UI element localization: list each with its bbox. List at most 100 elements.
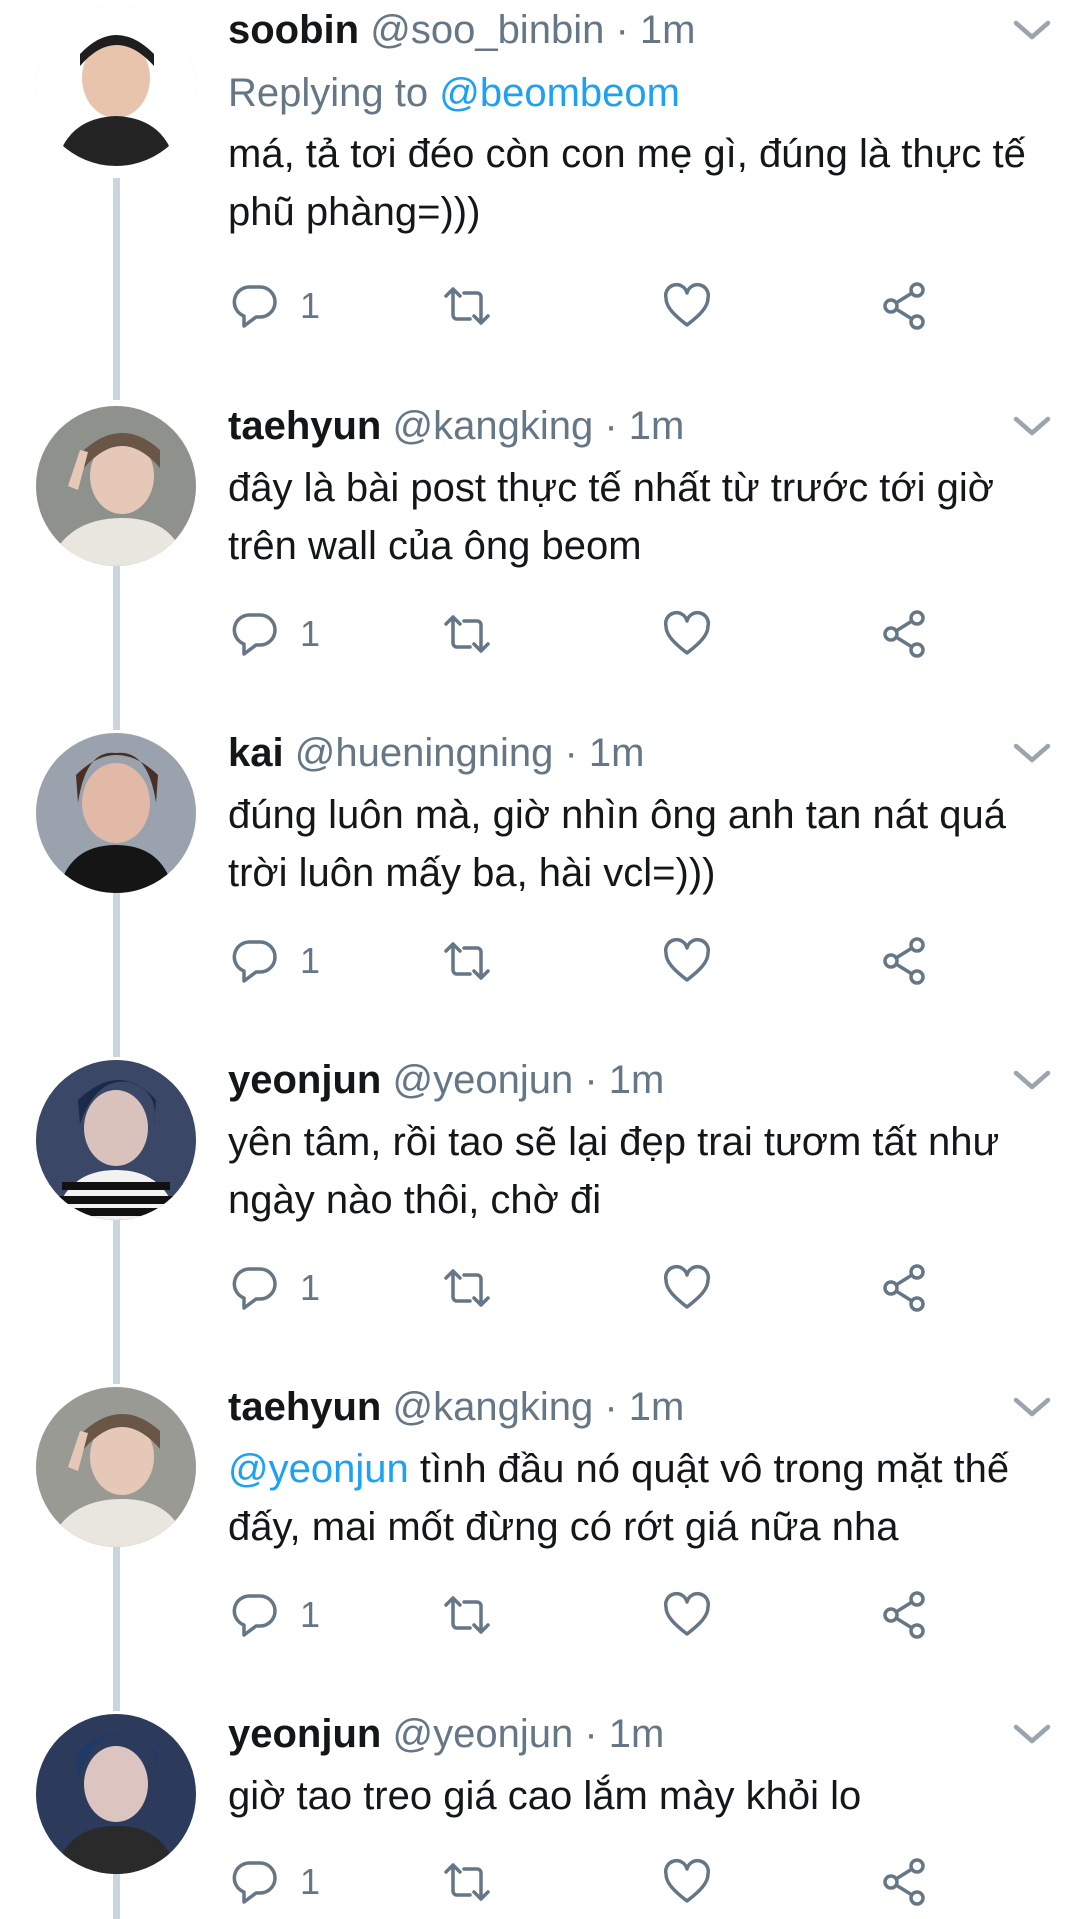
avatar[interactable]: [36, 1060, 196, 1220]
like-button[interactable]: [660, 1847, 714, 1917]
like-button[interactable]: [660, 271, 714, 341]
like-button[interactable]: [660, 1253, 714, 1323]
reply-button[interactable]: 1: [228, 1253, 320, 1323]
retweet-icon: [444, 1269, 490, 1307]
retweet-button[interactable]: [440, 1253, 494, 1323]
chevron-down-icon[interactable]: [1008, 410, 1056, 442]
tweet-text: đúng luôn mà, giờ nhìn ông anh tan nát q…: [228, 793, 1006, 895]
avatar[interactable]: [36, 6, 196, 166]
reply-button[interactable]: 1: [228, 926, 320, 996]
share-icon: [883, 1858, 925, 1906]
reply-count: 1: [300, 1594, 321, 1635]
like-button[interactable]: [660, 599, 714, 669]
user-handle[interactable]: @yeonjun: [392, 1058, 573, 1102]
user-handle[interactable]: @yeonjun: [392, 1712, 573, 1756]
chevron-down-icon[interactable]: [1008, 737, 1056, 769]
retweet-icon: [444, 1596, 490, 1634]
user-handle[interactable]: @kangking: [392, 404, 593, 448]
timestamp[interactable]: 1m: [629, 404, 685, 448]
chevron-down-icon[interactable]: [1008, 1391, 1056, 1423]
share-button[interactable]: [878, 1580, 932, 1650]
heart-icon: [663, 611, 711, 655]
tweet[interactable]: taehyun @kangking · 1m @yeonjun tình đầu…: [0, 1377, 1080, 1667]
tweet-header: yeonjun @yeonjun · 1m: [228, 1050, 664, 1110]
tweet[interactable]: yeonjun @yeonjun · 1m yên tâm, rồi tao s…: [0, 1050, 1080, 1340]
user-handle[interactable]: @soo_binbin: [370, 8, 604, 52]
timestamp[interactable]: 1m: [609, 1712, 665, 1756]
timestamp[interactable]: 1m: [629, 1385, 685, 1429]
display-name[interactable]: soobin: [228, 8, 359, 52]
tweet-actions: 1: [228, 1580, 1028, 1650]
replying-to-label: Replying to: [228, 71, 429, 115]
reply-icon: [232, 940, 277, 983]
share-button[interactable]: [878, 1253, 932, 1323]
display-name[interactable]: taehyun: [228, 404, 381, 448]
reply-button[interactable]: 1: [228, 599, 320, 669]
tweet-header: yeonjun @yeonjun · 1m: [228, 1704, 664, 1764]
tweet-header: taehyun @kangking · 1m: [228, 396, 684, 456]
like-button[interactable]: [660, 1580, 714, 1650]
tweet-header: taehyun @kangking · 1m: [228, 1377, 684, 1437]
timestamp[interactable]: 1m: [609, 1058, 665, 1102]
tweet[interactable]: yeonjun @yeonjun · 1m giờ tao treo giá c…: [0, 1704, 1080, 1919]
separator-dot: ·: [604, 404, 618, 448]
share-icon: [883, 1264, 925, 1312]
retweet-button[interactable]: [440, 599, 494, 669]
share-button[interactable]: [878, 1847, 932, 1917]
avatar-image: [36, 1714, 196, 1874]
retweet-button[interactable]: [440, 1580, 494, 1650]
reply-count: 1: [300, 285, 321, 326]
tweet-text: má, tả tơi đéo còn con mẹ gì, đúng là th…: [228, 132, 1026, 234]
like-button[interactable]: [660, 926, 714, 996]
chevron-down-icon[interactable]: [1008, 1718, 1056, 1750]
separator-dot: ·: [564, 731, 578, 775]
reply-icon: [232, 1267, 277, 1310]
reply-button[interactable]: 1: [228, 271, 320, 341]
display-name[interactable]: taehyun: [228, 1385, 381, 1429]
tweet[interactable]: taehyun @kangking · 1m đây là bài post t…: [0, 396, 1080, 686]
avatar[interactable]: [36, 406, 196, 566]
share-button[interactable]: [878, 599, 932, 669]
reply-count: 1: [300, 1861, 321, 1902]
chevron-down-icon[interactable]: [1008, 1064, 1056, 1096]
tweet-actions: 1: [228, 599, 1028, 669]
tweet-actions: 1: [228, 926, 1028, 996]
mention-link[interactable]: @beombeom: [439, 71, 680, 115]
avatar[interactable]: [36, 733, 196, 893]
tweet[interactable]: soobin @soo_binbin · 1m Replying to @beo…: [0, 0, 1080, 330]
retweet-button[interactable]: [440, 1847, 494, 1917]
reply-icon: [232, 1594, 277, 1637]
tweet[interactable]: kai @hueningning · 1m đúng luôn mà, giờ …: [0, 723, 1080, 1013]
tweet-text: @yeonjun tình đầu nó quật vô trong mặt t…: [228, 1440, 1058, 1556]
avatar[interactable]: [36, 1387, 196, 1547]
share-button[interactable]: [878, 271, 932, 341]
user-handle[interactable]: @hueningning: [295, 731, 554, 775]
display-name[interactable]: yeonjun: [228, 1058, 381, 1102]
avatar-image: [36, 733, 196, 893]
retweet-button[interactable]: [440, 271, 494, 341]
share-icon: [883, 610, 925, 658]
reply-button[interactable]: 1: [228, 1580, 320, 1650]
tweet-text: giờ tao treo giá cao lắm mày khỏi lo: [228, 1774, 862, 1818]
share-icon: [883, 937, 925, 985]
tweet-text: đây là bài post thực tế nhất từ trước tớ…: [228, 466, 995, 568]
reply-button[interactable]: 1: [228, 1847, 320, 1917]
chevron-down-icon[interactable]: [1008, 14, 1056, 46]
share-button[interactable]: [878, 926, 932, 996]
timestamp[interactable]: 1m: [589, 731, 645, 775]
separator-dot: ·: [584, 1058, 598, 1102]
display-name[interactable]: kai: [228, 731, 284, 775]
replying-to: Replying to @beombeom: [228, 63, 680, 123]
user-handle[interactable]: @kangking: [392, 1385, 593, 1429]
mention-link[interactable]: @yeonjun: [228, 1447, 409, 1491]
timestamp[interactable]: 1m: [640, 8, 696, 52]
reply-icon: [232, 285, 277, 328]
avatar-image: [36, 6, 196, 166]
tweet-header: soobin @soo_binbin · 1m: [228, 0, 695, 60]
heart-icon: [663, 1265, 711, 1309]
reply-icon: [232, 1861, 277, 1904]
retweet-button[interactable]: [440, 926, 494, 996]
separator-dot: ·: [604, 1385, 618, 1429]
avatar[interactable]: [36, 1714, 196, 1874]
display-name[interactable]: yeonjun: [228, 1712, 381, 1756]
